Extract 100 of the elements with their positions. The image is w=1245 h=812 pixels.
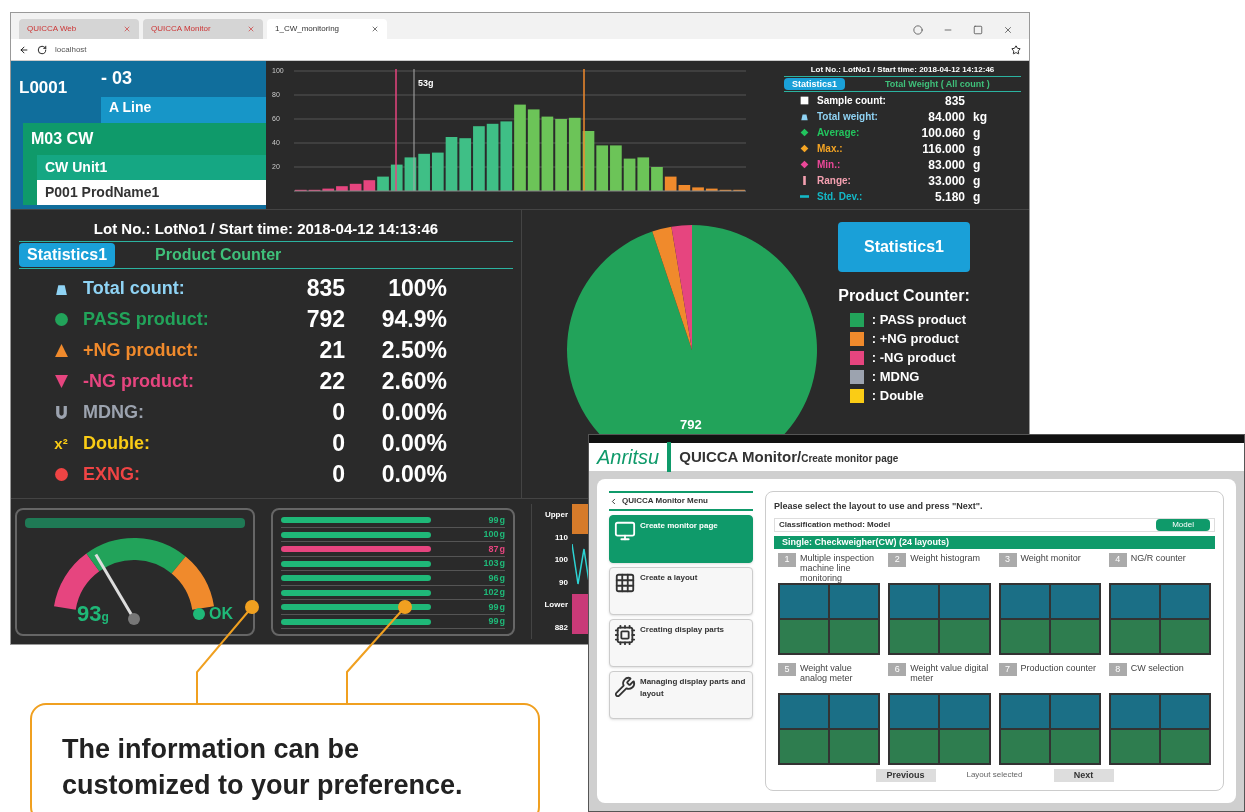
weight-unit: g (101, 609, 109, 626)
layout-title: Production counter (1020, 662, 1097, 673)
lot-info: Lot No.: LotNo1 / Start time: 2018-04-12 14:13:46 (92, 219, 440, 239)
stat-value: 83.000 (927, 158, 965, 171)
instruction-text: Please select the layout to use and press "Next". (774, 500, 984, 513)
counter-percent: 0.00% (380, 400, 447, 424)
layout-title: Weight monitor (1020, 553, 1081, 563)
weight-reading: 93 (77, 599, 102, 628)
layout-number: 6 (888, 662, 907, 677)
legend-label: : -NG product (871, 350, 956, 365)
layout-number: 3 (998, 553, 1017, 567)
company-logo: Anritsu (597, 442, 672, 472)
counter-percent: 0.00% (380, 431, 447, 455)
counter-label: Double: (83, 434, 151, 452)
selection-status: Layout selected (965, 769, 1024, 782)
axis-tick: 100 (554, 554, 568, 567)
line-code: L0001 (18, 77, 69, 97)
log-unit: g (499, 558, 505, 570)
log-unit: g (499, 529, 505, 541)
page-subtitle: Create monitor page (801, 453, 899, 466)
log-weight: 102 (483, 587, 499, 599)
legend-label: : MDNG (871, 369, 920, 384)
counter-label: PASS product: (83, 310, 210, 328)
axis-tick: 90 (559, 576, 568, 589)
layout-title: Weight histogram (910, 553, 981, 563)
page-title: QUICCA Monitor/ (679, 446, 802, 467)
layout-title: CW selection (1130, 662, 1184, 673)
pie-value-label: 792 (680, 416, 702, 434)
counter-count: 22 (318, 369, 345, 393)
counter-percent: 100% (387, 276, 447, 300)
stat-unit: g (973, 126, 981, 139)
counter-percent: 0.00% (380, 462, 447, 486)
legend-label: : PASS product (871, 312, 967, 327)
legend-label: : +NG product (871, 331, 959, 346)
marker-label: 53g (418, 77, 434, 90)
stat-label: Range: (817, 174, 852, 187)
upper-label: Upper (544, 509, 568, 522)
legend-label: : Double (871, 388, 924, 403)
stat-value: 835 (943, 94, 965, 107)
stat-value: 84.000 (927, 110, 965, 123)
counter-count: 0 (331, 400, 345, 424)
log-weight: 99 (488, 616, 499, 628)
stat-label: Total weight: (817, 110, 879, 123)
axis-tick: 110 (555, 531, 568, 544)
count-label: 882 (554, 621, 568, 634)
stat-unit: kg (973, 110, 987, 123)
stat-value: 116.000 (921, 142, 965, 155)
machine-name: M03 CW (30, 129, 95, 149)
lower-label: Lower (544, 599, 568, 612)
stat-label: Std. Dev.: (817, 190, 864, 203)
counter-count: 21 (318, 338, 345, 362)
stat-value: 5.180 (933, 190, 965, 203)
stat-label: Min.: (817, 158, 842, 171)
log-weight: 99 (488, 514, 499, 526)
counter-percent: 94.9% (380, 307, 447, 331)
menu-title: QUICCA Monitor Menu (622, 495, 708, 507)
stat-label: Average: (817, 126, 861, 139)
stat-unit: g (973, 174, 981, 187)
counter-symbol: x² (54, 435, 68, 451)
counter-label: Total count: (83, 279, 186, 297)
layout-title: Weight value analog meter (800, 662, 854, 683)
log-weight: 96 (488, 572, 499, 584)
log-unit: g (499, 587, 505, 599)
layout-number: 8 (1108, 662, 1127, 677)
counter-percent: 2.60% (380, 369, 447, 393)
log-unit: g (499, 514, 505, 526)
classification-label: Classification method: Model (779, 518, 891, 531)
stat-value: 100.060 (920, 126, 965, 139)
counter-count: 0 (331, 431, 345, 455)
layout-number: 7 (998, 662, 1017, 677)
section-header: Single: Checkweigher(CW) (24 layouts) (774, 535, 1215, 549)
status-text: OK (209, 603, 233, 624)
layout-number: 5 (778, 662, 796, 677)
line-name: A Line (101, 97, 266, 123)
counter-label: MDNG: (83, 403, 145, 421)
layout-number: 1 (778, 553, 796, 567)
counter-percent: 2.50% (380, 338, 447, 362)
counter-label: +NG product: (83, 341, 200, 359)
stat-unit: g (973, 142, 981, 155)
log-unit: g (499, 616, 505, 628)
layout-title: Multiple inspection machine line monitoring (800, 553, 876, 583)
layout-title: Weight value digital meter (910, 662, 990, 683)
stat-unit: g (973, 158, 981, 171)
counter-count: 835 (305, 276, 345, 300)
stat-label: Max.: (817, 142, 844, 155)
layout-number: 4 (1108, 553, 1127, 567)
log-weight: 103 (483, 558, 499, 570)
log-weight: 100 (483, 529, 499, 541)
stat-value: 33.000 (927, 174, 965, 187)
counter-label: -NG product: (83, 372, 195, 390)
unit-name: CW Unit1 (44, 158, 109, 177)
lot-info: Lot No.: LotNo1 / Start time: 2018-04-12 14:12:46 (809, 65, 996, 75)
product-name: P001 ProdName1 (37, 180, 266, 205)
layout-number: 2 (888, 553, 907, 567)
log-unit: g (499, 543, 505, 555)
counter-count: 792 (305, 307, 345, 331)
log-unit: g (499, 572, 505, 584)
line-suffix: - 03 (101, 67, 134, 90)
log-weight: 87 (488, 543, 499, 555)
log-unit: g (499, 601, 505, 613)
